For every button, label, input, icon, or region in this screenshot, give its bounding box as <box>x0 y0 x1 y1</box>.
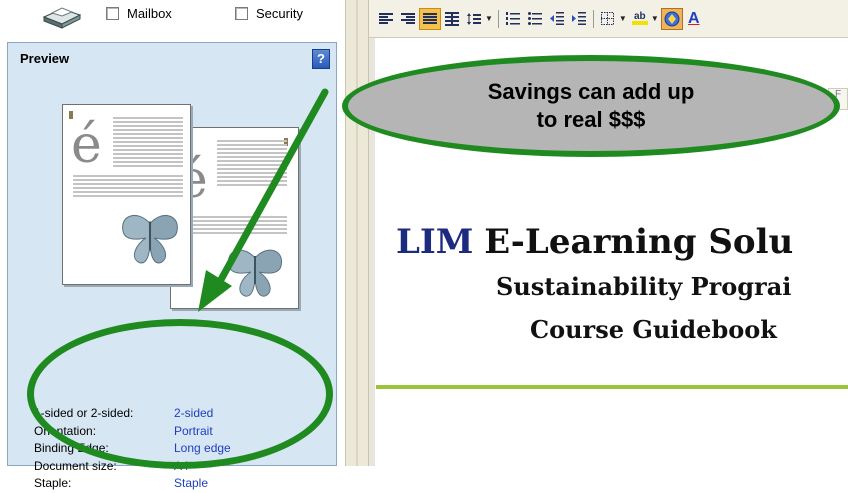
prop-row-staple: Staple: Staple <box>34 475 231 493</box>
callout-line-2: to real $$$ <box>536 107 646 132</box>
callout-bubble: Savings can add up to real $$$ <box>342 55 840 157</box>
prop-value: Staple <box>174 476 209 490</box>
callout-line-1: Savings can add up <box>487 79 695 104</box>
prop-label: Staple: <box>34 476 72 490</box>
